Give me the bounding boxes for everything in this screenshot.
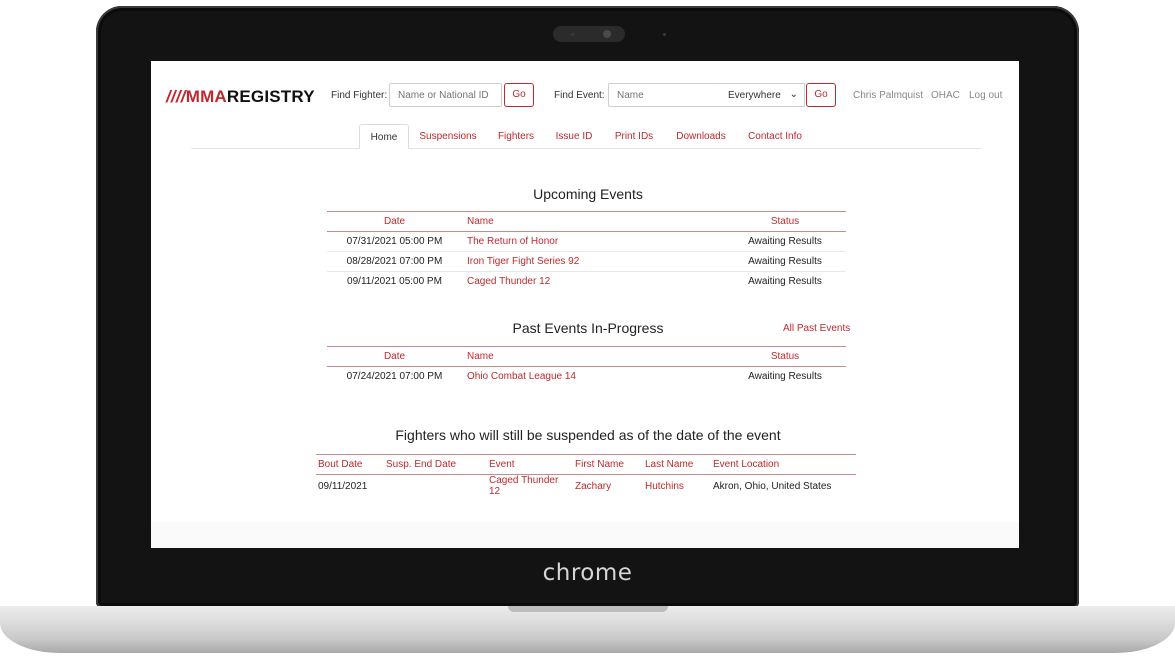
event-name-link[interactable]: Iron Tiger Fight Series 92 [462,251,724,272]
sensor-dot-icon [663,33,666,36]
org-link[interactable]: OHAC [931,90,960,101]
col-event[interactable]: Event [469,454,571,475]
chevron-down-icon: ⌄ [789,89,798,100]
tab-suspensions[interactable]: Suspensions [415,124,481,149]
event-name-link[interactable]: Caged Thunder 12 [462,272,724,292]
device-brand: chrome [542,560,633,586]
event-status: Awaiting Results [724,231,846,252]
tab-fighters[interactable]: Fighters [493,124,539,149]
col-last-name[interactable]: Last Name [639,454,709,475]
logout-link[interactable]: Log out [969,90,1002,101]
upcoming-events-table: Date Name Status 07/31/2021 05:00 PM The… [327,211,846,292]
suspended-fighters-table: Bout Date Susp. End Date Event First Nam… [316,454,856,497]
tab-issue-id[interactable]: Issue ID [551,124,597,149]
col-name[interactable]: Name [462,346,724,367]
upcoming-events-title: Upcoming Events [533,186,643,202]
table-row: 09/11/2021 05:00 PM Caged Thunder 12 Awa… [327,272,846,292]
laptop-base [0,606,1175,653]
event-status: Awaiting Results [724,251,846,272]
event-status: Awaiting Results [748,371,822,383]
past-events-table: Date Name Status 07/24/2021 07:00 PM Ohi… [327,346,846,387]
find-event-label: Find Event: [554,90,605,101]
event-name-link[interactable]: Ohio Combat League 14 [462,367,724,387]
col-date[interactable]: Date [327,211,462,232]
event-date: 07/24/2021 07:00 PM [346,371,443,383]
col-status[interactable]: Status [724,211,846,232]
suspended-fighters-title: Fighters who will still be suspended as … [395,427,781,443]
tab-print-ids[interactable]: Print IDs [609,124,659,149]
find-event-input[interactable] [608,83,721,107]
bout-date: 09/11/2021 [318,480,368,492]
event-date: 08/28/2021 07:00 PM [327,251,462,272]
tab-contact-info[interactable]: Contact Info [743,124,807,149]
event-link[interactable]: Caged Thunder 12 [469,475,571,497]
tab-home[interactable]: Home [359,124,409,149]
table-header-row: Bout Date Susp. End Date Event First Nam… [316,454,856,475]
user-name-link[interactable]: Chris Palmquist [853,90,923,101]
event-location: Akron, Ohio, United States [713,480,832,492]
table-row: 09/11/2021 Caged Thunder 12 Zachary Hutc… [316,475,856,498]
main-nav-tabs: Home Suspensions Fighters Issue ID Print… [191,124,981,149]
col-status[interactable]: Status [724,346,846,367]
col-susp-end-date[interactable]: Susp. End Date [381,454,469,475]
logo-mma: MMA [185,87,227,106]
all-past-events-link[interactable]: All Past Events [783,323,850,334]
webcam-icon [603,30,611,38]
col-name[interactable]: Name [462,211,724,232]
event-date: 07/31/2021 05:00 PM [327,231,462,252]
table-row: 07/31/2021 05:00 PM The Return of Honor … [327,231,846,252]
table-row: 07/24/2021 07:00 PM Ohio Combat League 1… [327,367,846,387]
find-fighter-label: Find Fighter: [331,90,388,101]
col-date[interactable]: Date [327,346,462,367]
first-name-link[interactable]: Zachary [571,475,639,498]
find-fighter-input[interactable] [389,83,502,107]
table-header-row: Date Name Status [327,211,846,232]
site-logo[interactable]: ////MMAREGISTRY [166,87,315,107]
col-event-location[interactable]: Event Location [709,454,856,475]
col-first-name[interactable]: First Name [571,454,639,475]
webcam-housing [553,26,625,42]
event-scope-select[interactable]: Everywhere ⌄ [720,83,805,107]
logo-registry: REGISTRY [226,87,315,106]
last-name-link[interactable]: Hutchins [639,475,709,498]
table-row: 08/28/2021 07:00 PM Iron Tiger Fight Ser… [327,251,846,272]
laptop-hinge-notch [508,606,668,612]
table-header-row: Date Name Status [327,346,846,367]
tab-downloads[interactable]: Downloads [671,124,731,149]
logo-stripes: //// [166,87,186,106]
page: ////MMAREGISTRY Find Fighter: Go Find Ev… [151,61,1019,522]
event-scope-value: Everywhere [728,90,781,101]
sensor-dot-icon [571,33,574,36]
find-fighter-go-button[interactable]: Go [504,83,534,107]
past-events-title: Past Events In-Progress [512,320,664,336]
susp-end-date [381,475,469,498]
col-bout-date[interactable]: Bout Date [316,454,381,475]
event-status: Awaiting Results [748,276,822,288]
event-name-link[interactable]: The Return of Honor [462,231,724,252]
event-date: 09/11/2021 05:00 PM [347,276,442,288]
browser-screen: ////MMAREGISTRY Find Fighter: Go Find Ev… [151,61,1019,548]
find-event-go-button[interactable]: Go [806,83,836,107]
